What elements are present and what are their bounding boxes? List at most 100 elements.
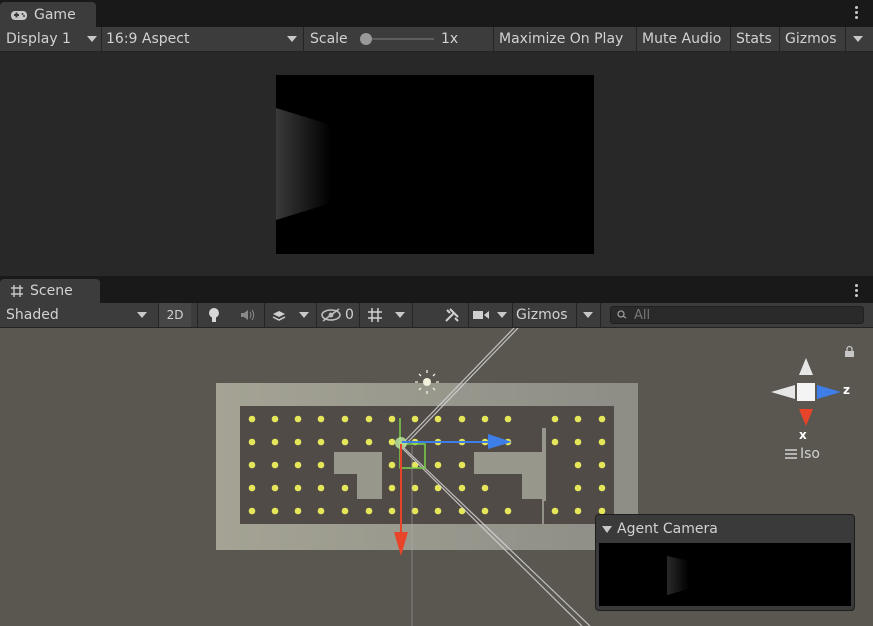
lighting-toggle[interactable] bbox=[198, 303, 230, 327]
scale-slider-thumb[interactable] bbox=[360, 33, 372, 45]
pellet bbox=[317, 461, 325, 469]
scene-gizmos-button[interactable]: Gizmos bbox=[516, 303, 568, 327]
pellet bbox=[411, 507, 419, 515]
divider bbox=[316, 303, 317, 327]
pellet bbox=[317, 415, 325, 423]
effects-toggle[interactable] bbox=[265, 303, 293, 327]
game-view[interactable] bbox=[0, 52, 873, 276]
pellet bbox=[294, 438, 302, 446]
camera-dropdown[interactable] bbox=[493, 303, 511, 327]
pellet bbox=[574, 415, 582, 423]
shading-dropdown-label: Shaded bbox=[6, 307, 59, 323]
agent-camera-title: Agent Camera bbox=[617, 521, 718, 537]
pellet bbox=[481, 507, 489, 515]
scale-slider[interactable] bbox=[358, 27, 434, 51]
grid-dropdown[interactable] bbox=[389, 303, 411, 327]
divider bbox=[512, 303, 513, 327]
pellet bbox=[317, 484, 325, 492]
pellet bbox=[598, 415, 606, 423]
scale-label: Scale bbox=[310, 31, 348, 47]
pellet bbox=[341, 484, 349, 492]
pellet bbox=[271, 438, 279, 446]
divider bbox=[636, 27, 637, 51]
pellet bbox=[388, 507, 396, 515]
tab-game[interactable]: Game bbox=[0, 2, 96, 27]
divider bbox=[359, 303, 360, 327]
pellet bbox=[271, 415, 279, 423]
tab-game-label: Game bbox=[34, 6, 76, 23]
pellet bbox=[411, 484, 419, 492]
pellet bbox=[271, 507, 279, 515]
projection-toggle[interactable]: Iso bbox=[785, 446, 820, 462]
aspect-dropdown-label: 16:9 Aspect bbox=[106, 31, 190, 47]
pellet bbox=[551, 507, 559, 515]
pellet bbox=[388, 484, 396, 492]
grid-snap-toggle[interactable] bbox=[362, 303, 388, 327]
game-render-image bbox=[276, 108, 331, 220]
pellet bbox=[574, 507, 582, 515]
grid-snap-icon bbox=[368, 308, 382, 322]
effects-dropdown[interactable] bbox=[293, 303, 315, 327]
visibility-icon bbox=[321, 308, 341, 322]
pellet bbox=[248, 415, 256, 423]
pellet bbox=[458, 484, 466, 492]
pellet bbox=[365, 438, 373, 446]
pellet bbox=[458, 507, 466, 515]
mute-audio-button[interactable]: Mute Audio bbox=[642, 27, 721, 51]
chevron-down-icon bbox=[137, 312, 147, 318]
effects-icon bbox=[272, 311, 286, 321]
camera-settings-button[interactable] bbox=[469, 303, 493, 327]
pellet bbox=[341, 415, 349, 423]
audio-toggle[interactable] bbox=[231, 303, 263, 327]
chevron-down-icon bbox=[583, 312, 593, 318]
scene-gizmos-dropdown[interactable] bbox=[577, 303, 599, 327]
divider bbox=[412, 303, 413, 327]
chevron-down-icon bbox=[395, 312, 405, 318]
grid-icon bbox=[11, 285, 23, 297]
projection-label: Iso bbox=[800, 446, 820, 462]
scene-tabbar: Scene bbox=[0, 278, 873, 303]
tab-scene[interactable]: Scene bbox=[0, 279, 100, 303]
game-tabbar: Game bbox=[0, 0, 873, 27]
shading-dropdown[interactable]: Shaded bbox=[6, 303, 152, 327]
audio-icon bbox=[241, 309, 255, 321]
display-dropdown-label: Display 1 bbox=[6, 31, 71, 47]
pellet bbox=[271, 461, 279, 469]
maximize-on-play-button[interactable]: Maximize On Play bbox=[499, 27, 623, 51]
pellet bbox=[504, 507, 512, 515]
pellet bbox=[294, 461, 302, 469]
pellet bbox=[504, 415, 512, 423]
gizmos-dropdown[interactable] bbox=[846, 27, 873, 51]
kebab-menu-icon[interactable] bbox=[855, 282, 859, 300]
scene-search-input[interactable]: All bbox=[610, 306, 864, 324]
pellet bbox=[574, 484, 582, 492]
chevron-down-icon bbox=[87, 36, 97, 42]
kebab-menu-icon[interactable] bbox=[855, 4, 859, 22]
tab-scene-label: Scene bbox=[30, 283, 73, 299]
pellet bbox=[388, 461, 396, 469]
lightbulb-icon bbox=[209, 308, 219, 322]
pellet bbox=[551, 438, 559, 446]
toggle-2d-button[interactable]: 2D bbox=[159, 303, 191, 327]
gizmos-button[interactable]: Gizmos bbox=[785, 27, 837, 51]
divider bbox=[303, 27, 304, 51]
pellet bbox=[458, 461, 466, 469]
tools-toggle[interactable] bbox=[437, 303, 467, 327]
hidden-objects-toggle[interactable]: 0 bbox=[320, 303, 356, 327]
pellet bbox=[481, 484, 489, 492]
stats-button[interactable]: Stats bbox=[736, 27, 772, 51]
divider bbox=[600, 303, 601, 327]
agent-camera-overlay[interactable]: Agent Camera bbox=[595, 514, 855, 611]
display-dropdown[interactable]: Display 1 bbox=[6, 27, 100, 51]
pellet bbox=[294, 415, 302, 423]
pellet bbox=[434, 507, 442, 515]
pellet bbox=[365, 415, 373, 423]
camera-icon bbox=[473, 311, 489, 319]
gamepad-icon bbox=[11, 10, 27, 20]
pellet bbox=[317, 507, 325, 515]
agent-camera-header[interactable]: Agent Camera bbox=[602, 521, 718, 537]
game-toolbar: Display 1 16:9 Aspect Scale 1x Maximize … bbox=[0, 27, 873, 52]
collapse-triangle-icon[interactable] bbox=[602, 525, 612, 533]
chevron-down-icon bbox=[497, 312, 507, 318]
aspect-dropdown[interactable]: 16:9 Aspect bbox=[106, 27, 302, 51]
